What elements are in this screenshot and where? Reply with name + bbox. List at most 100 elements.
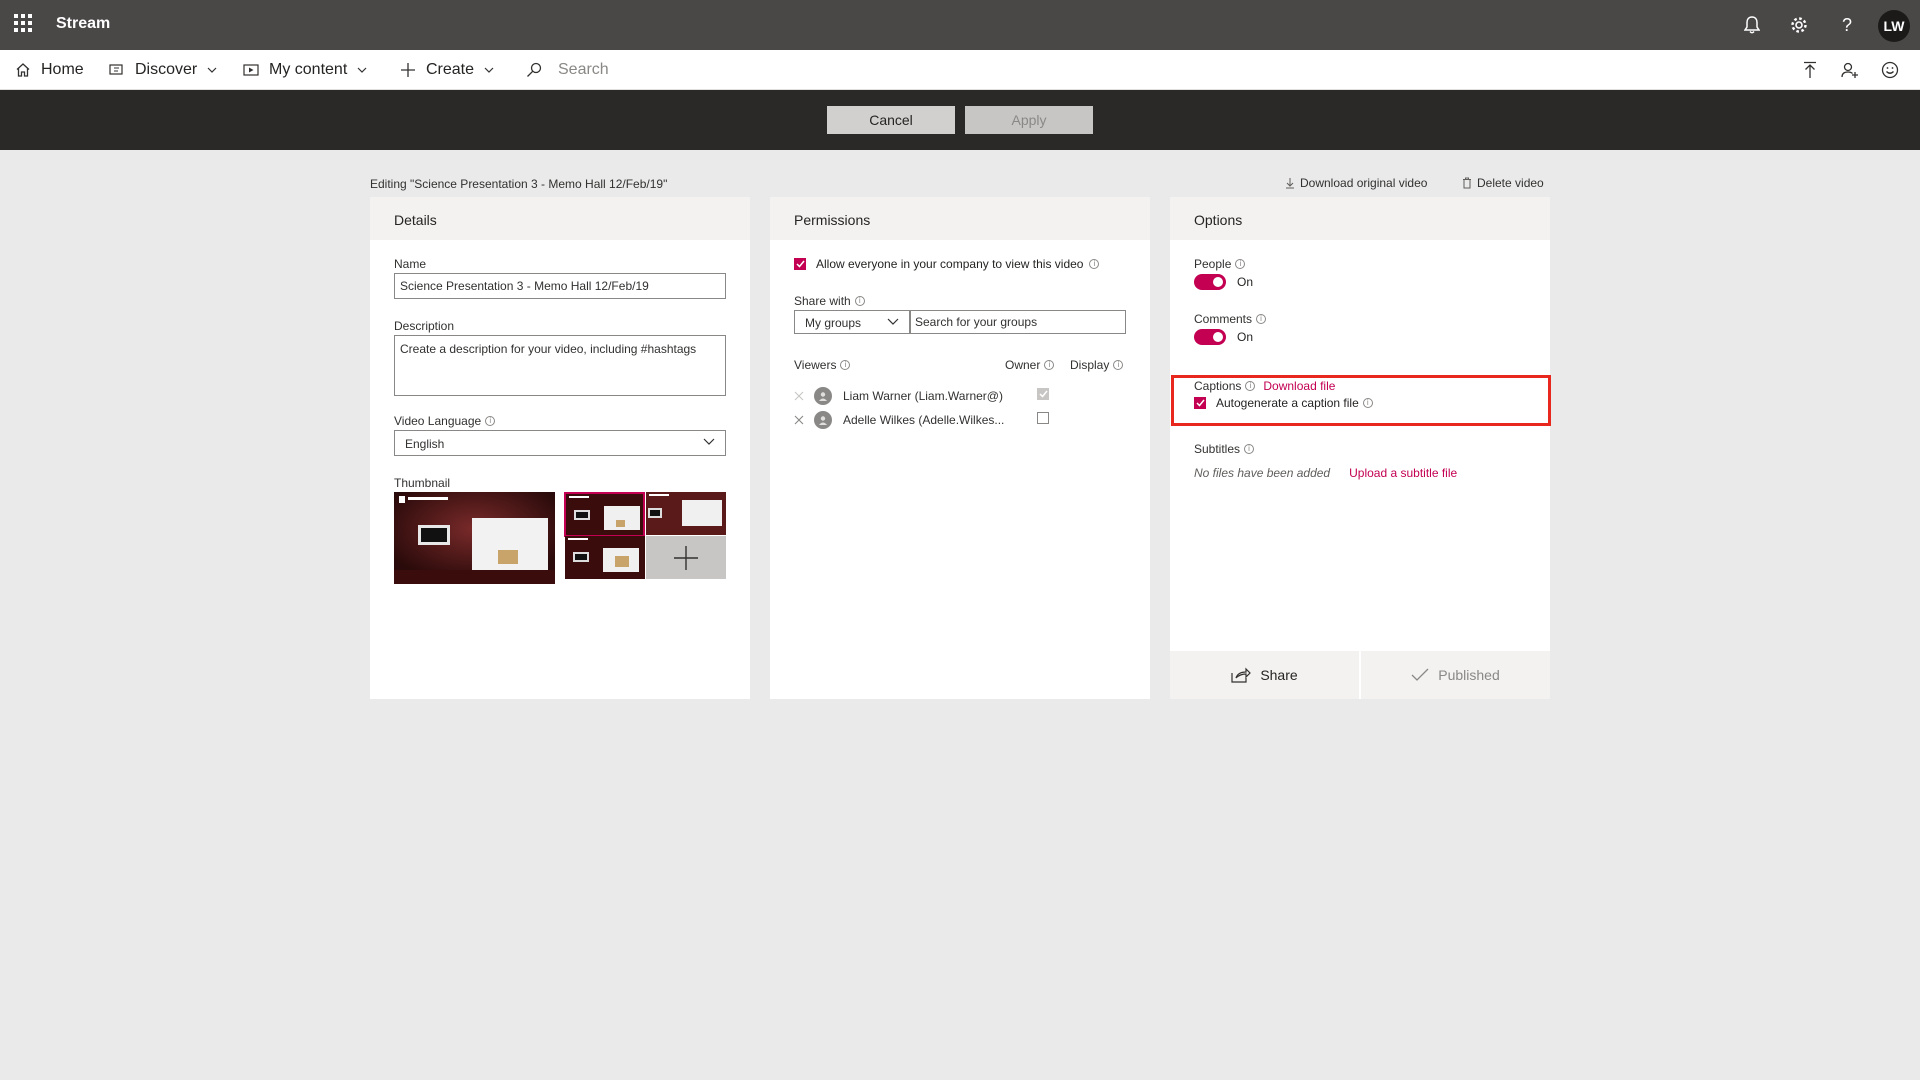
name-label: Name (394, 257, 427, 271)
subtitles-label-text: Subtitles (1194, 442, 1241, 456)
display-label: Display i (1070, 358, 1124, 372)
options-footer: Share Published (1170, 651, 1550, 699)
home-icon (16, 63, 30, 77)
people-state: On (1237, 275, 1254, 289)
viewers-label-text: Viewers (794, 358, 837, 372)
description-placeholder: Create a description for your video, inc… (400, 342, 697, 356)
video-language-label-text: Video Language (394, 414, 482, 428)
published-label: Published (1438, 667, 1500, 683)
info-icon[interactable]: i (840, 360, 851, 370)
add-thumbnail-button[interactable] (646, 536, 726, 579)
info-icon[interactable]: i (1044, 360, 1055, 370)
app-name[interactable]: Stream (56, 15, 110, 33)
download-original-video-link[interactable]: Download original video (1285, 176, 1427, 190)
bell-icon[interactable] (1740, 13, 1764, 37)
gear-icon[interactable] (1787, 13, 1811, 37)
smiley-icon[interactable] (1878, 58, 1902, 82)
download-icon (1286, 178, 1294, 189)
upload-subtitle-link[interactable]: Upload a subtitle file (1349, 466, 1457, 480)
display-label-text: Display (1070, 358, 1110, 372)
remove-icon[interactable] (794, 391, 804, 401)
thumbnail-option-2[interactable] (646, 492, 726, 535)
owner-checkbox[interactable] (1037, 388, 1049, 400)
info-icon[interactable]: i (1235, 259, 1246, 269)
owner-checkbox[interactable] (1037, 412, 1049, 424)
description-label: Description (394, 319, 455, 333)
people-label: People i (1194, 257, 1246, 271)
share-button[interactable]: Share (1170, 651, 1359, 699)
people-label-text: People (1194, 257, 1232, 271)
thumbnail-label: Thumbnail (394, 476, 451, 490)
discover-icon (109, 64, 123, 75)
upload-icon[interactable] (1798, 58, 1822, 82)
subtitles-label: Subtitles i (1194, 442, 1255, 456)
user-avatar[interactable]: LW (1878, 10, 1910, 42)
apply-button[interactable]: Apply (965, 106, 1093, 134)
viewer-name: Adelle Wilkes (Adelle.Wilkes... (843, 413, 1005, 427)
chevron-down-icon (207, 67, 217, 73)
info-icon[interactable]: i (1089, 259, 1100, 269)
person-add-icon[interactable] (1838, 58, 1862, 82)
thumbnail-selected-image[interactable] (394, 492, 555, 584)
nav-discover[interactable]: Discover (109, 50, 217, 90)
avatar (814, 411, 832, 429)
nav-create[interactable]: Create (400, 50, 494, 90)
plus-icon (674, 545, 698, 570)
subtitles-row: No files have been added Upload a subtit… (1194, 466, 1457, 480)
chevron-down-icon (887, 318, 899, 325)
thumbnail-option-1[interactable] (564, 492, 645, 537)
delete-video-link[interactable]: Delete video (1462, 176, 1544, 190)
comments-toggle[interactable] (1194, 329, 1226, 345)
nav-home[interactable]: Home (15, 50, 84, 90)
nav-home-label: Home (41, 61, 84, 78)
comments-state: On (1237, 330, 1254, 344)
allow-everyone-label: Allow everyone in your company to view t… (816, 257, 1084, 271)
info-icon[interactable]: i (854, 296, 865, 306)
owner-label-text: Owner (1005, 358, 1041, 372)
viewer-name: Liam Warner (Liam.Warner@) (843, 389, 1003, 403)
chevron-down-icon (703, 438, 715, 445)
details-header: Details (370, 197, 750, 240)
nav-my-content[interactable]: My content (243, 50, 367, 90)
editing-title: Editing "Science Presentation 3 - Memo H… (370, 177, 668, 191)
owner-label: Owner i (1005, 358, 1055, 372)
info-icon[interactable]: i (1244, 444, 1255, 454)
share-with-label-text: Share with (794, 294, 851, 308)
video-language-label: Video Language i (394, 414, 496, 428)
cancel-button[interactable]: Cancel (827, 106, 955, 134)
comments-label-text: Comments (1194, 312, 1253, 326)
options-header: Options (1170, 197, 1550, 240)
name-input[interactable]: Science Presentation 3 - Memo Hall 12/Fe… (394, 273, 726, 299)
search-groups-input[interactable]: Search for your groups (910, 310, 1126, 334)
permissions-header: Permissions (770, 197, 1150, 240)
captions-highlight (1171, 375, 1551, 426)
allow-everyone-row: Allow everyone in your company to view t… (794, 257, 1100, 271)
video-language-select[interactable]: English (394, 430, 726, 456)
search-input[interactable]: Search (558, 61, 609, 79)
info-icon[interactable]: i (1113, 360, 1124, 370)
app-launcher-icon[interactable] (14, 14, 32, 32)
remove-icon[interactable] (794, 415, 804, 425)
help-icon[interactable]: ? (1835, 13, 1859, 37)
no-files-text: No files have been added (1194, 466, 1331, 480)
share-label: Share (1260, 667, 1298, 683)
video-language-value: English (405, 437, 445, 451)
description-textarea[interactable]: Create a description for your video, inc… (394, 335, 726, 396)
info-icon[interactable]: i (485, 416, 496, 426)
delete-video-label: Delete video (1477, 176, 1544, 190)
viewers-label: Viewers i (794, 358, 851, 372)
share-with-label: Share with i (794, 294, 865, 308)
published-button[interactable]: Published (1361, 651, 1550, 699)
nav-search[interactable]: Search (526, 50, 609, 90)
thumbnail-option-3[interactable] (565, 536, 645, 579)
info-icon[interactable]: i (1256, 314, 1267, 324)
allow-everyone-checkbox[interactable] (794, 258, 806, 270)
download-original-label: Download original video (1300, 176, 1428, 190)
share-with-select[interactable]: My groups (794, 310, 910, 334)
people-toggle[interactable] (1194, 274, 1226, 290)
chevron-down-icon (484, 67, 494, 73)
nav-bar: Home Discover My content Create Search (0, 50, 1920, 90)
viewer-row: Liam Warner (Liam.Warner@) (794, 386, 1126, 406)
permissions-panel: Permissions Allow everyone in your compa… (770, 197, 1150, 699)
action-bar: Cancel Apply (0, 90, 1920, 150)
